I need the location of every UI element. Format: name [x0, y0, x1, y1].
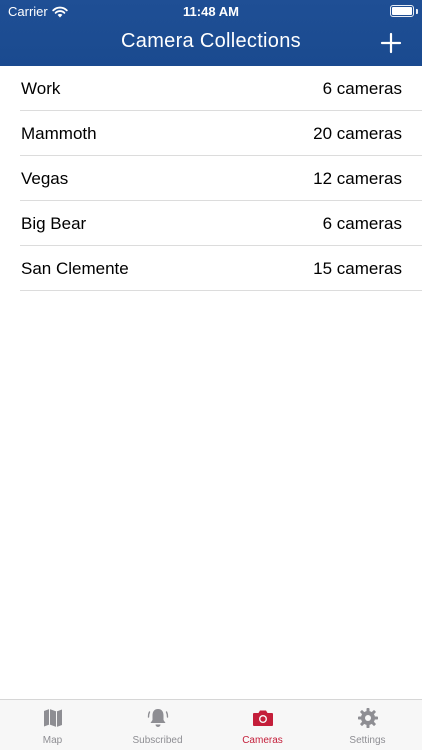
tab-label: Subscribed	[132, 735, 183, 746]
status-time: 11:48 AM	[183, 4, 239, 19]
collection-camera-count: 15 cameras	[313, 259, 402, 278]
collection-row[interactable]: Vegas 12 cameras	[20, 156, 422, 201]
tab-settings[interactable]: Settings	[315, 700, 420, 750]
collection-row[interactable]: San Clemente 15 cameras	[20, 246, 422, 291]
navigation-header: Carrier 11:48 AM Camera Collections	[0, 0, 422, 66]
page-title: Camera Collections	[121, 30, 301, 52]
collection-camera-count: 12 cameras	[313, 169, 402, 188]
add-collection-button[interactable]	[378, 30, 404, 56]
map-icon	[43, 709, 62, 727]
collection-name: Mammoth	[21, 124, 97, 143]
tab-label: Settings	[349, 735, 386, 746]
tab-map[interactable]: Map	[0, 700, 105, 750]
camera-icon	[252, 710, 273, 726]
tab-label: Cameras	[242, 735, 283, 746]
battery-icon	[390, 5, 414, 17]
tab-label: Map	[42, 735, 63, 746]
tab-subscribed[interactable]: Subscribed	[105, 700, 210, 750]
collection-name: Vegas	[21, 169, 69, 188]
collection-row[interactable]: Work 6 cameras	[20, 66, 422, 111]
status-bar: Carrier 11:48 AM	[0, 0, 422, 22]
collection-row[interactable]: Mammoth 20 cameras	[20, 111, 422, 156]
collection-name: San Clemente	[21, 259, 129, 278]
collection-name: Work	[21, 79, 61, 98]
plus-icon	[380, 32, 402, 54]
bell-icon	[147, 709, 168, 727]
collection-row[interactable]: Big Bear 6 cameras	[20, 201, 422, 246]
collection-camera-count: 6 cameras	[322, 79, 402, 98]
tab-bar: Map Subscribed Cameras Settings	[0, 699, 422, 750]
collection-camera-count: 20 cameras	[313, 124, 402, 143]
battery-tip	[416, 9, 418, 14]
collections-list: Work 6 cameras Mammoth 20 cameras Vegas …	[0, 66, 422, 291]
tab-cameras[interactable]: Cameras	[210, 700, 315, 750]
collection-name: Big Bear	[21, 214, 87, 233]
gear-icon	[357, 708, 378, 728]
collection-camera-count: 6 cameras	[322, 214, 402, 233]
